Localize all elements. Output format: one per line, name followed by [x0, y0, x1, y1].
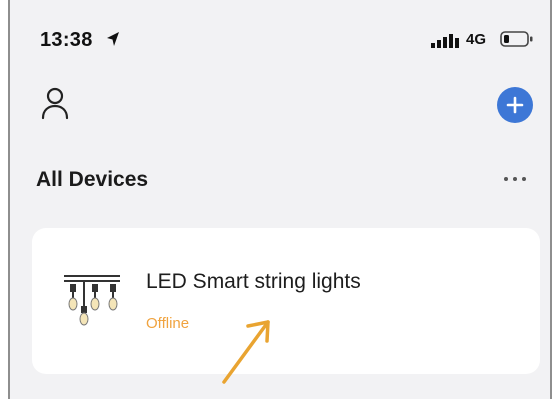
pointer-arrow: [222, 320, 270, 384]
phone-screen: 13:38 4G All Devices LED Smart string li…: [8, 0, 552, 399]
